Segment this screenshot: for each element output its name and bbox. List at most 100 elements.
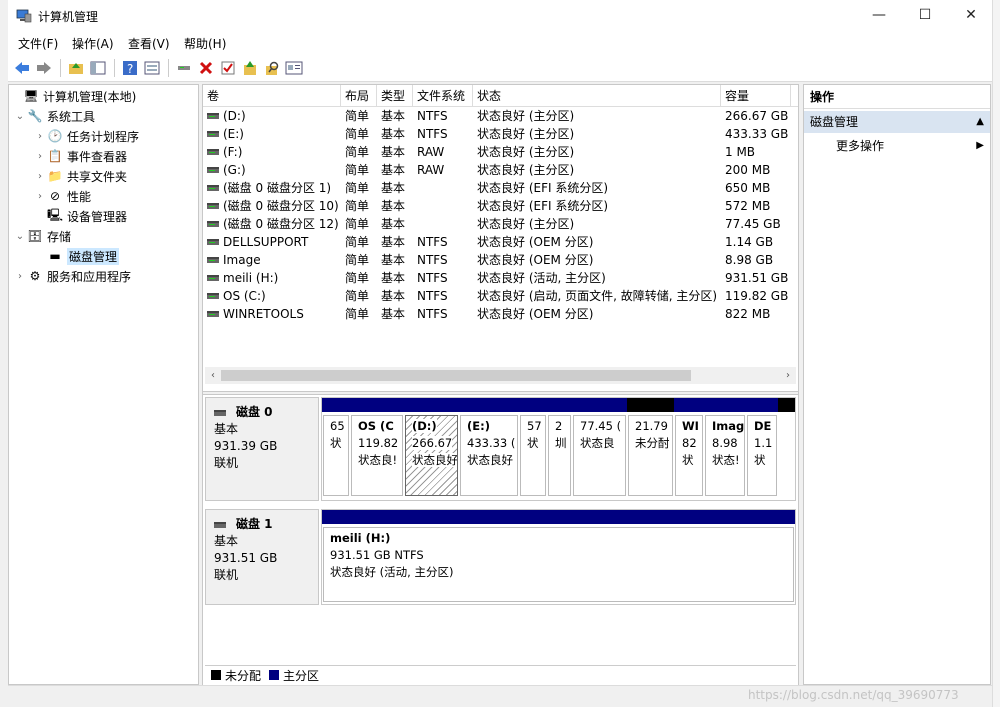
scrollbar-thumb[interactable] (221, 370, 691, 381)
unallocated-partition[interactable] (778, 398, 795, 498)
tree-item-computer-management[interactable]: 🖥 计算机管理(本地) (9, 86, 136, 106)
partition-block[interactable]: meili (H:) 931.51 GB NTFS 状态良好 (活动, 主分区) (322, 510, 795, 604)
show-tree-icon[interactable] (88, 58, 108, 78)
export-icon[interactable] (240, 58, 260, 78)
column-header-capacity[interactable]: 容量 (721, 85, 791, 107)
cell-volume: Image (223, 253, 261, 267)
column-header-filesystem[interactable]: 文件系统 (413, 85, 473, 107)
cell-filesystem: NTFS (417, 109, 448, 123)
tree-item-task-scheduler[interactable]: › 🕑 任务计划程序 (33, 126, 139, 146)
tree-item-disk-management[interactable]: ▬ 磁盘管理 (33, 246, 120, 266)
maximize-button[interactable]: ☐ (902, 0, 948, 30)
help-icon[interactable]: ? (120, 58, 140, 78)
pane-splitter[interactable] (203, 391, 798, 395)
partition-size: 82 (682, 436, 697, 450)
toolbar: ? (8, 54, 992, 82)
horizontal-scrollbar[interactable]: ‹ › (205, 367, 796, 384)
table-row[interactable]: (F:) 简单 基本 RAW 状态良好 (主分区) 1 MB (203, 143, 798, 161)
tree-expander[interactable]: ⌄ (13, 111, 27, 122)
cell-status: 状态良好 (EFI 系统分区) (477, 199, 609, 213)
partition-block[interactable]: 57 状 (519, 398, 547, 498)
partition-block[interactable]: 65 状 (322, 398, 350, 498)
table-row[interactable]: (磁盘 0 磁盘分区 12) 简单 基本 状态良好 (主分区) 77.45 GB (203, 215, 798, 233)
scroll-left-icon[interactable]: ‹ (205, 367, 221, 384)
volume-icon (207, 167, 219, 173)
volume-icon (207, 275, 219, 281)
tree-expander[interactable]: › (13, 271, 27, 282)
partition-info: 21.79 未分酎 (628, 415, 673, 496)
partition-block[interactable]: OS (C 119.82 状态良! (350, 398, 404, 498)
column-header-status[interactable]: 状态 (473, 85, 721, 107)
cell-filesystem (417, 215, 473, 233)
tree-expander[interactable]: › (33, 171, 47, 182)
shared-folder-icon: 📁 (47, 169, 63, 183)
actions-section-disk-management[interactable]: 磁盘管理 ▲ (804, 111, 990, 133)
menu-file[interactable]: 文件(F) (18, 35, 58, 52)
partition-info: DE 1.1 状 (747, 415, 777, 496)
tree-item-performance[interactable]: › ⊘ 性能 (33, 186, 91, 206)
column-header-type[interactable]: 类型 (377, 85, 413, 107)
cell-status: 状态良好 (启动, 页面文件, 故障转储, 主分区) (477, 289, 718, 303)
table-row[interactable]: (磁盘 0 磁盘分区 1) 简单 基本 状态良好 (EFI 系统分区) 650 MB (203, 179, 798, 197)
partition-block[interactable]: (E:) 433.33 (状态良好 (459, 398, 519, 498)
partition-info: (E:) 433.33 (状态良好 (460, 415, 518, 496)
back-icon[interactable] (12, 58, 32, 78)
tree-item-shared-folders[interactable]: › 📁 共享文件夹 (33, 166, 127, 186)
table-row[interactable]: Image 简单 基本 NTFS 状态良好 (OEM 分区) 8.98 GB (203, 251, 798, 269)
column-header-layout[interactable]: 布局 (341, 85, 377, 107)
search-icon[interactable] (262, 58, 282, 78)
column-header-volume[interactable]: 卷 (203, 85, 341, 107)
table-row[interactable]: OS (C:) 简单 基本 NTFS 状态良好 (启动, 页面文件, 故障转储, 主分区… (203, 287, 798, 305)
delete-icon[interactable] (196, 58, 216, 78)
table-row[interactable]: (磁盘 0 磁盘分区 10) 简单 基本 状态良好 (EFI 系统分区) 572 MB (203, 197, 798, 215)
table-row[interactable]: (E:) 简单 基本 NTFS 状态良好 (主分区) 433.33 GB (203, 125, 798, 143)
table-row[interactable]: meili (H:) 简单 基本 NTFS 状态良好 (活动, 主分区) 931.51 G… (203, 269, 798, 287)
tree-expander[interactable]: ⌄ (13, 231, 27, 242)
tree-expander[interactable]: › (33, 191, 47, 202)
disk-1-label[interactable]: 磁盘 1 基本 931.51 GB 联机 (205, 509, 319, 605)
tree-expander[interactable]: › (33, 151, 47, 162)
table-row[interactable]: WINRETOOLS 简单 基本 NTFS 状态良好 (OEM 分区) 822 MB (203, 305, 798, 323)
tree-item-device-manager[interactable]: 🖳 设备管理器 (33, 206, 127, 226)
menu-view[interactable]: 查看(V) (128, 35, 170, 52)
partition-block[interactable]: (D:) 266.67 状态良好 (404, 398, 459, 498)
close-button[interactable]: ✕ (948, 0, 994, 30)
partition-block[interactable]: DE 1.1 状 (746, 398, 778, 498)
partition-size: 状 (330, 436, 342, 450)
properties-icon[interactable] (142, 58, 162, 78)
minimize-button[interactable]: — (856, 0, 902, 30)
cell-volume: (D:) (223, 109, 246, 123)
forward-icon[interactable] (34, 58, 54, 78)
tree-item-storage[interactable]: ⌄ 🗄 存储 (13, 226, 71, 246)
tree-item-event-viewer[interactable]: › 📋 事件查看器 (33, 146, 127, 166)
scroll-right-icon[interactable]: › (780, 367, 796, 384)
partition-block[interactable]: 77.45 (状态良 (572, 398, 627, 498)
tree-item-system-tools[interactable]: ⌄ 🔧 系统工具 (13, 106, 95, 126)
collapse-up-icon[interactable]: ▲ (976, 111, 984, 133)
connect-icon[interactable] (174, 58, 194, 78)
table-row[interactable]: (D:) 简单 基本 NTFS 状态良好 (主分区) 266.67 GB (203, 107, 798, 125)
check-icon[interactable] (218, 58, 238, 78)
partition-size: 状态良 (580, 436, 615, 450)
partition-color-bar (322, 398, 350, 412)
tree-item-services-applications[interactable]: › ⚙ 服务和应用程序 (13, 266, 131, 286)
up-folder-icon[interactable] (66, 58, 86, 78)
menu-help[interactable]: 帮助(H) (184, 35, 226, 52)
cell-filesystem: NTFS (417, 127, 448, 141)
tree-expander[interactable]: › (33, 131, 47, 142)
partition-block[interactable]: WI 82 状 (674, 398, 704, 498)
partition-block[interactable]: 2圳 (547, 398, 572, 498)
table-row[interactable]: (G:) 简单 基本 RAW 状态良好 (主分区) 200 MB (203, 161, 798, 179)
partition-block[interactable]: Imag 8.98 状态! (704, 398, 746, 498)
disk-0-name: 磁盘 0 (214, 404, 318, 421)
disk-0-label[interactable]: 磁盘 0 基本 931.39 GB 联机 (205, 397, 319, 501)
cell-type: 基本 (381, 253, 406, 267)
table-row[interactable]: DELLSUPPORT 简单 基本 NTFS 状态良好 (OEM 分区) 1.14 GB (203, 233, 798, 251)
cell-capacity: 200 MB (725, 163, 771, 177)
disk-0-status: 联机 (214, 456, 239, 470)
console-icon[interactable] (284, 58, 304, 78)
partition-status: 状态良好 (412, 453, 458, 467)
menu-action[interactable]: 操作(A) (72, 35, 114, 52)
unallocated-partition[interactable]: 21.79 未分酎 (627, 398, 674, 498)
more-actions-item[interactable]: 更多操作 ▶ (836, 135, 986, 157)
